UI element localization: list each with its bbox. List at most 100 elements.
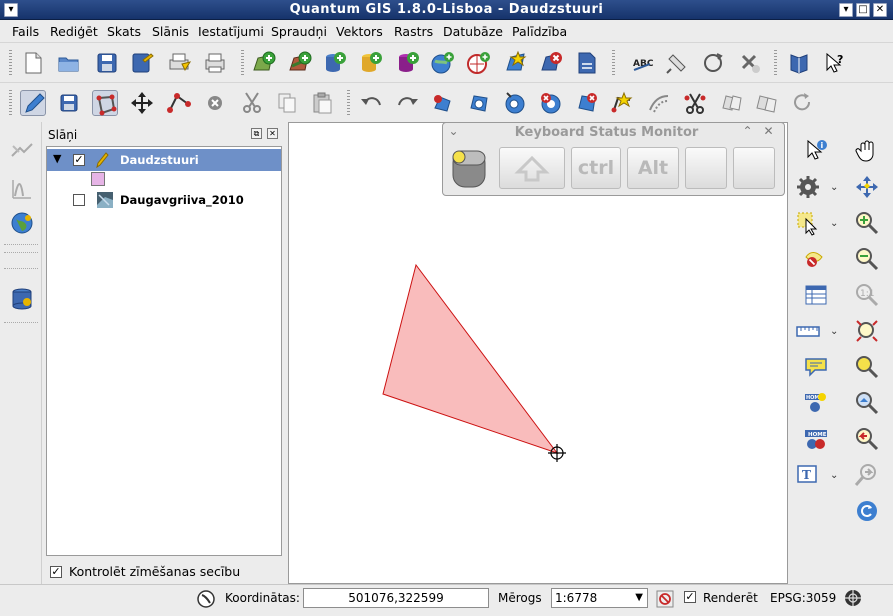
add-ring-icon[interactable] xyxy=(466,90,492,116)
menu-rastrs[interactable]: Rastrs xyxy=(394,24,433,39)
open-project-icon[interactable] xyxy=(56,50,82,76)
menu-rediget[interactable]: Rediģēt xyxy=(50,24,98,39)
add-spatialite-layer-icon[interactable] xyxy=(358,50,384,76)
identify-icon[interactable]: i xyxy=(803,138,829,164)
merge-features-icon[interactable] xyxy=(718,90,744,116)
save-edits-icon[interactable] xyxy=(56,90,82,116)
db-manager-icon[interactable] xyxy=(9,286,35,312)
layer-symbol-swatch[interactable] xyxy=(91,172,105,186)
chevron-down-icon[interactable]: ⌄ xyxy=(830,182,838,193)
redo-icon[interactable] xyxy=(395,90,421,116)
new-project-icon[interactable] xyxy=(20,50,46,76)
menu-spraudni[interactable]: Spraudņi xyxy=(271,24,327,39)
toolbar-grip[interactable] xyxy=(241,50,244,76)
close-icon[interactable]: ✕ xyxy=(873,3,887,17)
shade-icon[interactable]: ⌃ xyxy=(742,125,753,138)
coordinates-field[interactable]: 501076,322599 xyxy=(303,588,489,608)
crs-globe-icon[interactable] xyxy=(843,588,863,608)
close-panel-icon[interactable]: ✕ xyxy=(267,128,278,139)
float-panel-icon[interactable]: ⧉ xyxy=(251,128,262,139)
action-gear-icon[interactable] xyxy=(795,174,821,200)
stop-render-icon[interactable] xyxy=(655,589,675,609)
pan-to-selection-icon[interactable] xyxy=(854,174,880,200)
add-feature-icon[interactable] xyxy=(92,90,118,116)
split-features-icon[interactable] xyxy=(682,90,708,116)
paste-features-icon[interactable] xyxy=(309,90,335,116)
layer-visibility-checkbox[interactable]: ✓ xyxy=(73,154,85,166)
layer-visibility-checkbox[interactable] xyxy=(73,194,85,206)
save-as-icon[interactable] xyxy=(129,50,155,76)
attribute-table-icon[interactable] xyxy=(803,282,829,308)
keyboard-status-monitor[interactable]: ⌄ Keyboard Status Monitor ⌃ ✕ ctrl Alt xyxy=(442,122,785,196)
menu-datubaze[interactable]: Datubāze xyxy=(443,24,503,39)
node-tool-icon[interactable] xyxy=(166,90,192,116)
offset-curve-icon[interactable] xyxy=(646,90,672,116)
add-wms-layer-icon[interactable] xyxy=(430,50,456,76)
simplify-feature-icon[interactable] xyxy=(430,90,456,116)
add-vector-layer-icon[interactable] xyxy=(251,50,277,76)
zoom-actual-size-icon[interactable]: 1:1 xyxy=(854,282,880,308)
menu-vektors[interactable]: Vektors xyxy=(336,24,383,39)
zoom-last-icon[interactable] xyxy=(854,426,880,452)
composer-manager-icon[interactable] xyxy=(202,50,228,76)
cut-features-icon[interactable] xyxy=(239,90,265,116)
delete-ring-icon[interactable] xyxy=(538,90,564,116)
remove-layer-icon[interactable] xyxy=(538,50,564,76)
maximize-icon[interactable]: □ xyxy=(856,3,870,17)
merge-attributes-icon[interactable] xyxy=(753,90,779,116)
render-checkbox[interactable]: ✓ xyxy=(684,591,696,603)
pan-hand-icon[interactable] xyxy=(854,138,880,164)
label-tool-icon[interactable]: ABC xyxy=(630,50,656,76)
zoom-out-icon[interactable] xyxy=(854,246,880,272)
copy-features-icon[interactable] xyxy=(274,90,300,116)
coordinate-capture-icon[interactable] xyxy=(196,589,216,609)
deselect-icon[interactable] xyxy=(803,246,829,272)
refresh-icon[interactable] xyxy=(854,498,880,524)
measure-line-icon[interactable] xyxy=(795,318,821,344)
chevron-down-icon[interactable]: ⌄ xyxy=(830,470,838,481)
zoom-to-layer-icon[interactable] xyxy=(854,390,880,416)
add-postgis-layer-icon[interactable] xyxy=(322,50,348,76)
scale-combobox[interactable]: 1:6778 ▼ xyxy=(551,588,648,608)
move-feature-icon[interactable] xyxy=(129,90,155,116)
polygon-feature[interactable] xyxy=(382,263,559,454)
rotate-labels-icon[interactable] xyxy=(700,50,726,76)
change-label-icon[interactable] xyxy=(737,50,763,76)
text-annotation-icon[interactable]: T xyxy=(795,462,821,488)
add-part-icon[interactable] xyxy=(502,90,528,116)
chevron-down-icon[interactable]: ⌄ xyxy=(830,218,838,229)
toolbar-grip[interactable] xyxy=(9,50,12,76)
menu-palidziba[interactable]: Palīdzība xyxy=(512,24,567,39)
toolbar-grip[interactable] xyxy=(612,50,615,76)
menu-slanis[interactable]: Slānis xyxy=(152,24,189,39)
undo-icon[interactable] xyxy=(358,90,384,116)
menu-iestatijumi[interactable]: Iestatījumi xyxy=(198,24,264,39)
zoom-to-selection-icon[interactable] xyxy=(854,354,880,380)
menu-fails[interactable]: Fails xyxy=(12,24,39,39)
pin-labels-icon[interactable] xyxy=(664,50,690,76)
toolbar-grip[interactable] xyxy=(774,50,777,76)
save-project-icon[interactable] xyxy=(94,50,120,76)
minimize-icon[interactable]: ▾ xyxy=(839,3,853,17)
zoom-in-icon[interactable] xyxy=(854,210,880,236)
render-order-checkbox[interactable]: ✓ xyxy=(50,566,62,578)
zoom-full-icon[interactable] xyxy=(854,318,880,344)
new-bookmark-icon[interactable]: HOME xyxy=(803,390,829,416)
layer-row-daudzstuuri[interactable]: ▼ ✓ Daudzstuuri xyxy=(47,149,281,171)
toolbar-grip[interactable] xyxy=(347,90,350,116)
add-wcs-layer-icon[interactable] xyxy=(466,50,492,76)
map-tips-icon[interactable] xyxy=(803,354,829,380)
layer-tree[interactable]: ▼ ✓ Daudzstuuri Daugavgriiva_2010 xyxy=(46,146,282,556)
crs-label[interactable]: EPSG:3059 xyxy=(770,591,836,605)
add-raster-layer-icon[interactable] xyxy=(287,50,313,76)
rotate-symbols-icon[interactable] xyxy=(790,90,816,116)
chevron-down-icon[interactable]: ▼ xyxy=(635,589,643,607)
toggle-editing-icon[interactable] xyxy=(20,90,46,116)
new-shapefile-icon[interactable] xyxy=(503,50,529,76)
raster-profile-icon[interactable] xyxy=(9,176,35,202)
zoom-next-icon[interactable] xyxy=(854,462,880,488)
delete-selected-icon[interactable] xyxy=(202,90,228,116)
add-mssql-layer-icon[interactable] xyxy=(395,50,421,76)
select-features-icon[interactable] xyxy=(795,210,821,236)
toolbar-grip[interactable] xyxy=(9,90,12,116)
